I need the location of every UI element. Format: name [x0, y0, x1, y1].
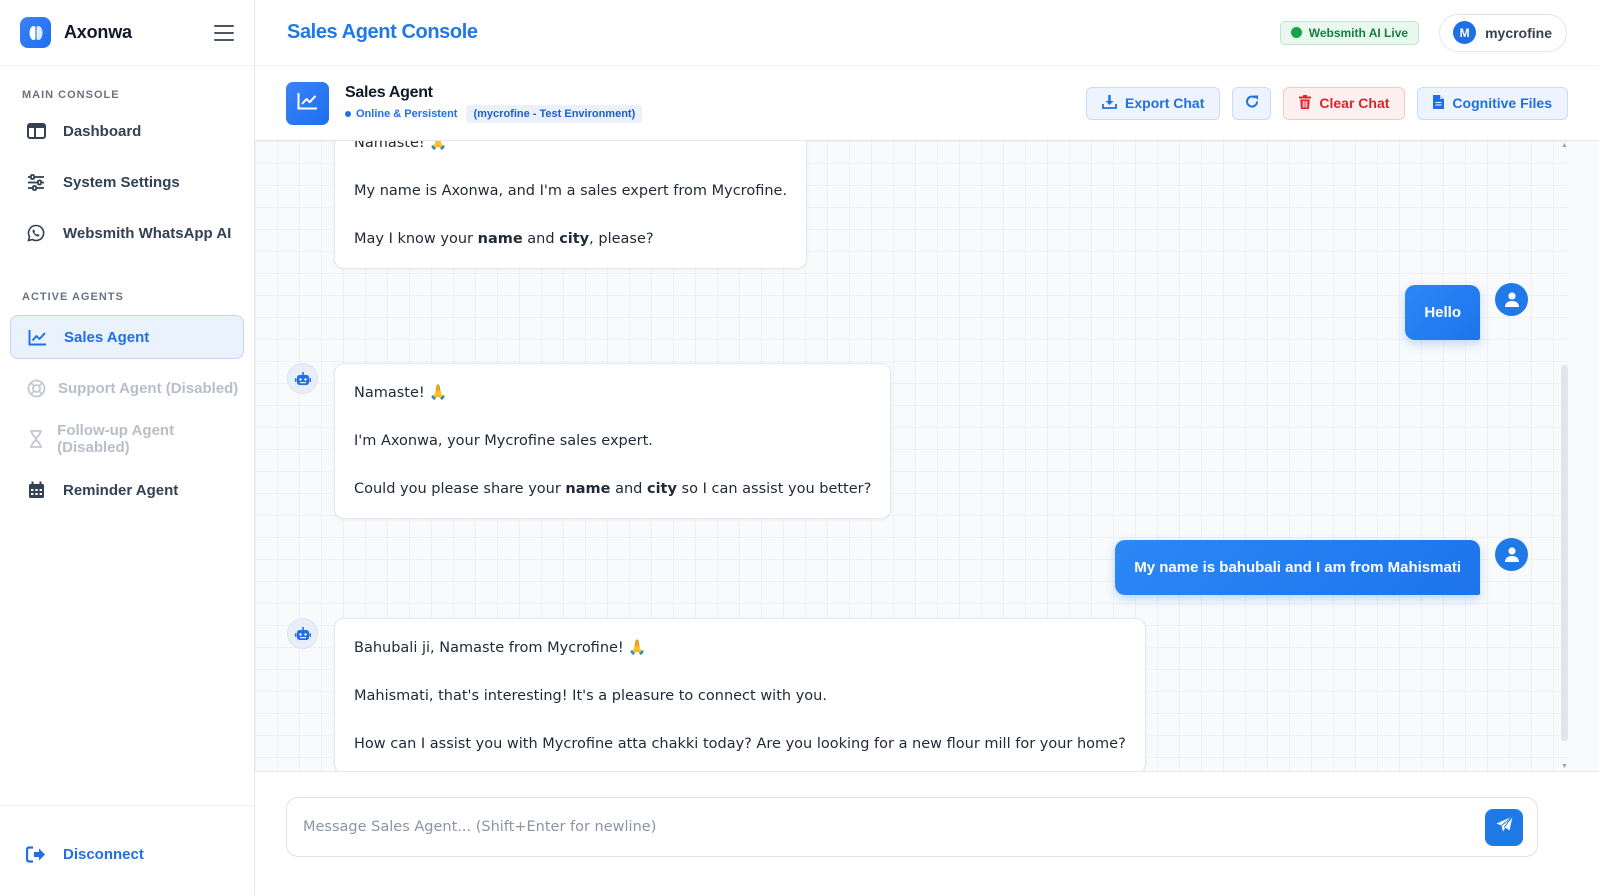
bot-message: Bahubali ji, Namaste from Mycrofine! 🙏 M…	[334, 618, 1146, 771]
dashboard-icon	[24, 121, 48, 141]
sidebar-item-sales-agent[interactable]: Sales Agent	[10, 315, 244, 359]
bot-message: Namaste! 🙏 My name is Axonwa, and I'm a …	[334, 141, 808, 269]
message-line: I'm Axonwa, your Mycrofine sales expert.	[354, 433, 653, 449]
message-input[interactable]	[303, 819, 1485, 835]
lifebuoy-icon	[24, 378, 48, 398]
sidebar-item-system-settings[interactable]: System Settings	[10, 160, 244, 204]
agent-status-label: Online & Persistent	[356, 107, 458, 120]
sidebar-item-label: System Settings	[63, 173, 180, 191]
whatsapp-icon	[24, 223, 48, 243]
composer	[286, 797, 1538, 857]
chart-line-icon	[297, 92, 318, 115]
scroll-down-icon[interactable]: ▼	[1561, 763, 1568, 770]
sidebar-item-label: Support Agent (Disabled)	[58, 379, 239, 397]
chat-scroll-gutter	[1569, 141, 1599, 771]
scroll-up-icon[interactable]: ▲	[1561, 142, 1568, 149]
sidebar-item-dashboard[interactable]: Dashboard	[10, 109, 244, 153]
chat-scrollbar-thumb[interactable]	[1561, 365, 1568, 741]
sidebar-item-whatsapp-ai[interactable]: Websmith WhatsApp AI	[10, 211, 244, 255]
refresh-button[interactable]	[1232, 86, 1272, 120]
export-chat-label: Export Chat	[1125, 95, 1205, 111]
top-bar: Sales Agent Console Websmith AI Live M m…	[255, 0, 1599, 66]
paper-plane-icon	[1496, 816, 1513, 838]
avatar: M	[1453, 21, 1477, 44]
brand-header: Axonwa	[0, 0, 254, 66]
message-line: Mahismati, that's interesting! It's a pl…	[354, 688, 827, 704]
main-console-section-title: MAIN CONSOLE	[22, 89, 120, 101]
brand-name: Axonwa	[64, 22, 132, 42]
cognitive-files-label: Cognitive Files	[1452, 95, 1552, 111]
sidebar-item-label: Sales Agent	[64, 328, 150, 346]
live-status-label: Websmith AI Live	[1308, 25, 1409, 40]
clear-chat-label: Clear Chat	[1319, 95, 1390, 111]
live-status-badge: Websmith AI Live	[1279, 20, 1420, 45]
agent-meta: Online & Persistent (mycrofine - Test En…	[345, 104, 643, 123]
user-name: mycrofine	[1485, 24, 1552, 41]
chart-line-icon	[25, 327, 49, 347]
message-line: Bahubali ji, Namaste from Mycrofine! 🙏	[354, 640, 647, 656]
message-line: Namaste! 🙏	[354, 141, 448, 151]
sidebar: Axonwa MAIN CONSOLE Dashboard System Set…	[0, 0, 255, 895]
bot-avatar-icon	[287, 618, 318, 649]
sliders-icon	[24, 172, 48, 192]
sidebar-item-reminder-agent[interactable]: Reminder Agent	[10, 468, 244, 512]
export-chat-button[interactable]: Export Chat	[1086, 86, 1221, 120]
agent-header: Sales Agent Online & Persistent (mycrofi…	[255, 66, 1599, 141]
cognitive-files-button[interactable]: Cognitive Files	[1417, 86, 1568, 120]
bot-avatar-icon	[287, 363, 318, 394]
sidebar-item-label: Dashboard	[63, 122, 142, 140]
clear-chat-button[interactable]: Clear Chat	[1283, 86, 1406, 120]
sidebar-item-label: Follow-up Agent (Disabled)	[57, 422, 175, 456]
calendar-icon	[24, 480, 48, 500]
sidebar-item-label: Websmith WhatsApp AI	[63, 224, 232, 242]
user-message: Hello	[1405, 285, 1480, 340]
trash-icon	[1299, 94, 1319, 112]
message-line: May I know your name and city, please?	[354, 231, 654, 247]
file-icon	[1433, 94, 1452, 112]
send-button[interactable]	[1485, 808, 1523, 846]
page-title: Sales Agent Console	[287, 21, 478, 43]
chat-actions: Export Chat Clear Chat Cognitive Files	[1074, 86, 1568, 120]
user-message: My name is bahubali and I am from Mahism…	[1115, 540, 1480, 595]
agent-avatar	[286, 81, 329, 125]
user-avatar-icon	[1495, 283, 1528, 316]
sidebar-footer: Disconnect	[0, 805, 254, 895]
sign-out-icon	[24, 844, 48, 864]
message-line: How can I assist you with Mycrofine atta…	[354, 736, 1126, 752]
message-line: Namaste! 🙏	[354, 385, 448, 401]
bot-message: Namaste! 🙏 I'm Axonwa, your Mycrofine sa…	[334, 363, 892, 519]
agent-name: Sales Agent	[345, 83, 433, 101]
brand-logo	[20, 17, 51, 48]
sidebar-item-label: Reminder Agent	[63, 481, 179, 499]
composer-area	[255, 771, 1599, 895]
environment-tag: (mycrofine - Test Environment)	[466, 104, 643, 123]
refresh-icon	[1245, 95, 1259, 112]
disconnect-label: Disconnect	[63, 845, 144, 863]
message-line: My name is Axonwa, and I'm a sales exper…	[354, 183, 788, 199]
chat-messages[interactable]: Namaste! 🙏 My name is Axonwa, and I'm a …	[255, 141, 1569, 771]
sidebar-item-followup-agent: Follow-up Agent (Disabled)	[10, 417, 244, 461]
active-agents-section-title: ACTIVE AGENTS	[22, 291, 124, 303]
message-line: Could you please share your name and cit…	[354, 481, 872, 497]
sidebar-item-support-agent: Support Agent (Disabled)	[10, 366, 244, 410]
agent-status: Online & Persistent	[345, 108, 457, 120]
disconnect-button[interactable]: Disconnect	[10, 832, 244, 876]
hourglass-icon	[24, 429, 47, 449]
status-dot-icon	[345, 110, 351, 117]
user-menu[interactable]: M mycrofine	[1439, 13, 1567, 52]
user-avatar-icon	[1495, 538, 1528, 571]
agent-info: Sales Agent Online & Persistent (mycrofi…	[345, 83, 643, 123]
live-dot-icon	[1290, 27, 1302, 38]
menu-toggle-icon[interactable]	[214, 24, 234, 41]
download-icon	[1102, 94, 1125, 112]
